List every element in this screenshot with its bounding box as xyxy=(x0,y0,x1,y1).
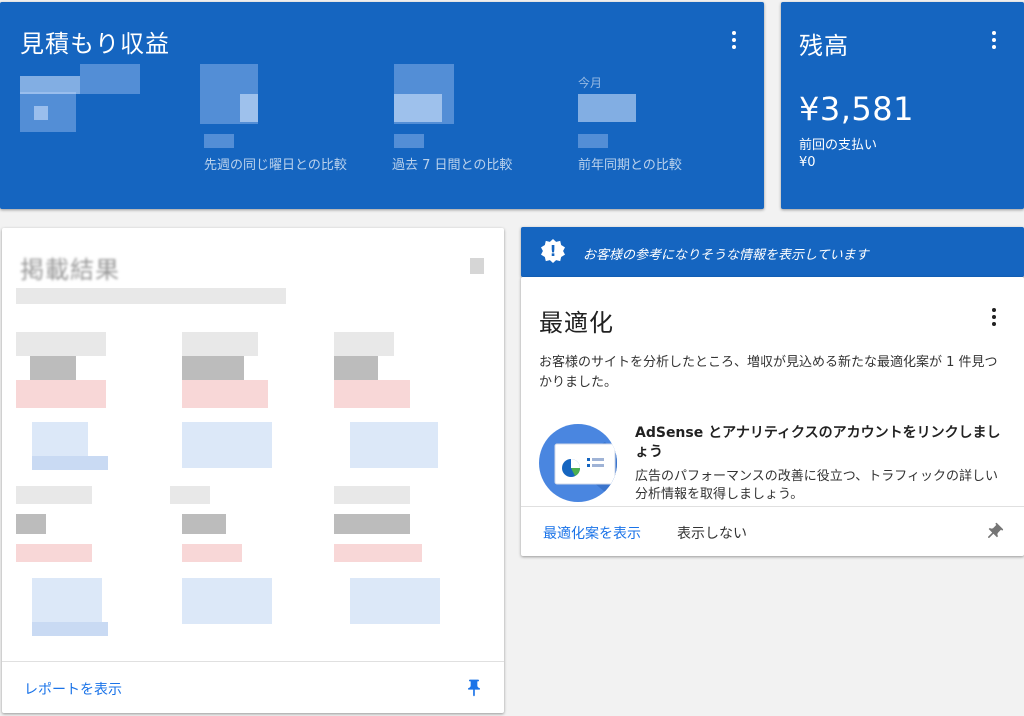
blurred-region xyxy=(16,486,92,504)
balance-menu-icon[interactable] xyxy=(982,28,1006,52)
blurred-region xyxy=(350,422,438,468)
performance-menu-icon[interactable] xyxy=(470,258,484,274)
blurred-region xyxy=(32,456,108,470)
blurred-region xyxy=(334,486,410,504)
blurred-region xyxy=(16,288,286,304)
blurred-region xyxy=(16,544,92,562)
blurred-region xyxy=(182,380,268,408)
analytics-link-icon xyxy=(539,424,617,502)
blurred-region xyxy=(16,332,106,356)
metric-label: 今月 xyxy=(578,76,603,90)
earnings-metric-this-month: 今月 前年同期との比較 xyxy=(578,66,748,186)
info-banner: ! お客様の参考になりそうな情報を表示しています xyxy=(521,227,1024,277)
optimization-card: 最適化 お客様のサイトを分析したところ、増収が見込める新たな最適化案が 1 件見… xyxy=(521,277,1024,556)
blurred-region xyxy=(170,486,210,504)
blurred-region xyxy=(182,332,258,356)
blurred-region xyxy=(334,332,394,356)
blurred-region xyxy=(334,544,422,562)
estimated-earnings-title: 見積もり収益 xyxy=(20,30,170,58)
blurred-region xyxy=(182,578,272,624)
optimization-menu-icon[interactable] xyxy=(982,305,1006,329)
balance-card: 残高 ¥3,581 前回の支払い ¥0 xyxy=(781,2,1024,209)
blurred-region xyxy=(32,622,108,636)
earnings-metric-last-7-days: 過去 7 日間との比較 xyxy=(392,62,562,182)
blurred-region xyxy=(16,514,46,534)
performance-footer: レポートを表示 xyxy=(2,661,504,713)
show-optimizations-button[interactable]: 最適化案を表示 xyxy=(543,523,641,543)
earnings-metric-today xyxy=(20,62,190,182)
alert-badge-icon: ! xyxy=(541,239,565,263)
last-payment-value: ¥0 xyxy=(799,155,816,170)
blurred-region xyxy=(182,514,226,534)
recommendation-title: AdSense とアナリティクスのアカウントをリンクしましょう xyxy=(635,425,1001,460)
blurred-region xyxy=(30,356,76,380)
metric-compare: 先週の同じ曜日との比較 xyxy=(204,158,347,173)
dismiss-button[interactable]: 表示しない xyxy=(677,523,747,543)
optimization-title: 最適化 xyxy=(539,309,614,337)
pin-icon[interactable] xyxy=(980,518,1008,546)
info-banner-text: お客様の参考になりそうな情報を表示しています xyxy=(583,248,869,263)
earnings-menu-icon[interactable] xyxy=(722,28,746,52)
performance-title: 掲載結果 xyxy=(20,256,120,284)
optimization-description: お客様のサイトを分析したところ、増収が見込める新たな最適化案が 1 件見つかりま… xyxy=(539,355,998,390)
blurred-region xyxy=(32,578,102,628)
balance-title: 残高 xyxy=(799,32,849,60)
blurred-region xyxy=(350,578,440,624)
view-report-link[interactable]: レポートを表示 xyxy=(24,679,122,699)
performance-card: 掲載結果 レポートを表示 xyxy=(2,228,504,713)
metric-compare: 過去 7 日間との比較 xyxy=(392,158,513,173)
pin-icon[interactable] xyxy=(464,678,484,698)
recommendation-description: 広告のパフォーマンスの改善に役立つ、トラフィックの詳しい分析情報を取得しましょう… xyxy=(635,469,998,502)
blurred-region xyxy=(16,380,106,408)
blurred-region xyxy=(334,514,410,534)
last-payment: 前回の支払い ¥0 xyxy=(799,137,877,171)
blurred-region xyxy=(182,544,242,562)
estimated-earnings-card: 見積もり収益 先週の同じ曜日との比較 過去 7 日間との比較 今月 前年同期との… xyxy=(0,2,764,209)
metric-compare: 前年同期との比較 xyxy=(578,158,682,173)
earnings-metric-yesterday: 先週の同じ曜日との比較 xyxy=(204,62,374,182)
blurred-region xyxy=(334,356,378,380)
balance-amount: ¥3,581 xyxy=(799,90,914,128)
blurred-region xyxy=(334,380,410,408)
blurred-region xyxy=(182,356,244,380)
last-payment-label: 前回の支払い xyxy=(799,138,878,153)
blurred-region xyxy=(182,422,272,468)
optimization-footer: 最適化案を表示 表示しない xyxy=(521,506,1024,556)
